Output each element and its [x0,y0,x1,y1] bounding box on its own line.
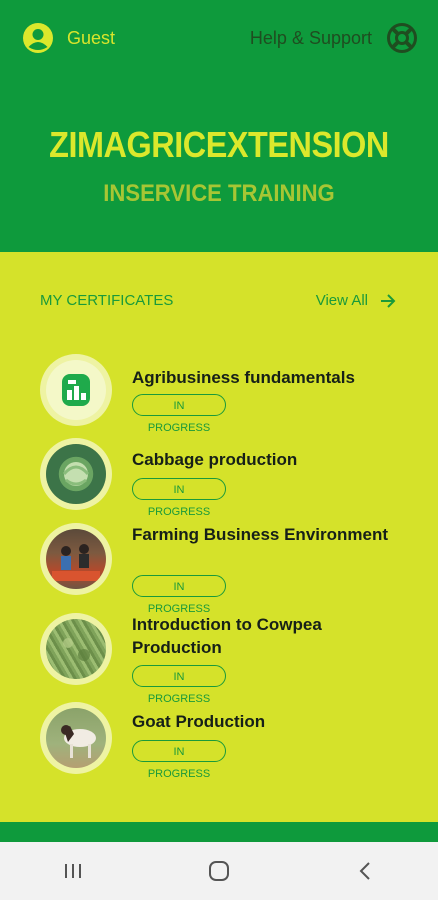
cowpea-field-icon [63,638,90,661]
help-support-button[interactable]: Help & Support [250,22,418,54]
course-thumbnail [40,613,112,685]
course-title: Goat Production [132,712,266,731]
course-thumbnail [40,438,112,510]
course-thumbnail [40,354,112,426]
course-title: Agribusiness fundamentals [132,368,355,387]
status-badge: IN PROGRESS [132,478,226,518]
course-title: Introduction to Cowpea Production [132,615,322,657]
app-subtitle: INSERVICE TRAINING [103,180,335,207]
course-title: Farming Business Environment [132,525,388,544]
lifebuoy-icon [387,23,417,53]
app-header: Guest Help & Support ZIMAGRICEXTENSION I… [0,0,438,252]
course-thumbnail [40,523,112,595]
course-item[interactable]: Cabbage production IN PROGRESS [40,438,400,518]
status-badge: IN PROGRESS [132,740,226,780]
back-button[interactable] [335,851,395,891]
home-icon [209,861,229,881]
bottom-bar [0,822,438,842]
arrow-right-icon [381,293,396,308]
status-badge: IN PROGRESS [132,665,226,705]
guest-label: Guest [67,27,116,48]
goat-photo-icon [61,725,96,758]
course-title: Cabbage production [132,450,298,469]
course-item[interactable]: Introduction to Cowpea Production IN PRO… [40,613,400,705]
agribusiness-logo-icon [62,374,90,406]
recent-apps-button[interactable] [43,851,103,891]
view-all-label: View All [315,292,368,309]
home-button[interactable] [189,851,249,891]
course-item[interactable]: Goat Production IN PROGRESS [40,702,400,780]
section-title: MY CERTIFICATES [40,292,174,309]
course-thumbnail [40,702,112,774]
status-badge: IN PROGRESS [132,575,226,615]
course-item[interactable]: Agribusiness fundamentals IN PROGRESS [40,354,400,434]
back-icon [359,862,370,880]
view-all-link[interactable]: View All [316,292,396,309]
certificates-header: MY CERTIFICATES View All [40,292,396,309]
account-circle-icon [23,23,53,53]
app-title: ZIMAGRICEXTENSION [49,124,389,165]
guest-profile-button[interactable]: Guest [22,22,115,54]
status-badge: IN PROGRESS [132,394,226,434]
course-item[interactable]: Farming Business Environment IN PROGRESS [40,523,400,615]
market-photo-icon [52,544,100,581]
help-support-label: Help & Support [249,27,372,48]
cabbage-image-icon [62,462,90,486]
recent-apps-icon [65,864,81,878]
system-navigation-bar [0,842,438,900]
